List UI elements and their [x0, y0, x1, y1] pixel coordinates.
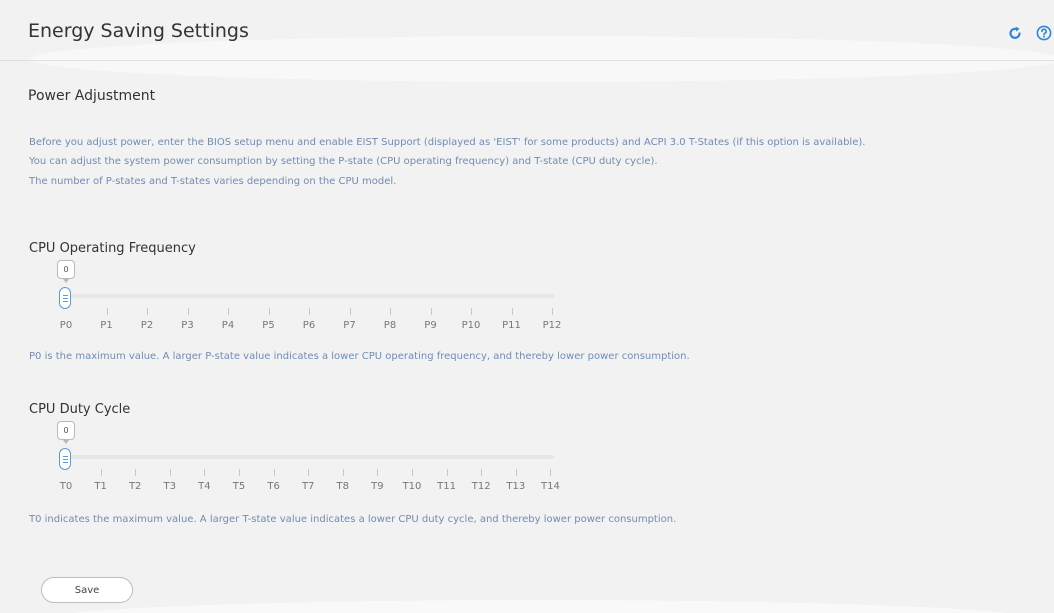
description-line: The number of P-states and T-states vari…	[29, 176, 397, 187]
cpu-frequency-label: CPU Operating Frequency	[29, 241, 196, 256]
slider-tick-mark	[204, 469, 206, 476]
slider-tick-mark	[147, 308, 148, 315]
slider-tick-label: T12	[471, 481, 491, 492]
slider-tick-mark	[446, 469, 448, 476]
cpu-duty-cycle-slider[interactable]: 0 T0 T1 T2 T3 T4 T5 T6 T7 T8 T9 T10 T11 T12 T13 T14	[0, 421, 600, 501]
cpu-duty-cycle-note: T0 indicates the maximum value. A larger…	[29, 514, 677, 525]
slider-tick-mark	[511, 308, 513, 315]
slider-tick-mark	[169, 469, 171, 476]
energy-saving-page: Energy Saving Settings Power Adjustment …	[0, 0, 1054, 613]
slider-tick-label: T2	[128, 481, 142, 492]
slider-tick-label: T4	[198, 481, 211, 492]
save-button[interactable]: Save	[41, 577, 133, 603]
slider-value-bubble: 0	[57, 260, 75, 283]
slider-tick-mark	[430, 308, 432, 315]
slider-tick-label: P11	[502, 320, 521, 331]
description-line: You can adjust the system power consumpt…	[29, 156, 658, 167]
slider-tick-label: P8	[383, 320, 397, 331]
slider-tick-mark	[342, 469, 344, 476]
cpu-duty-cycle-label: CPU Duty Cycle	[29, 402, 131, 417]
slider-tick-mark	[515, 469, 517, 476]
slider-tick-label: P2	[140, 320, 154, 331]
slider-tick-mark	[309, 308, 310, 315]
page-title: Energy Saving Settings	[28, 20, 249, 42]
slider-tick-mark	[106, 308, 108, 315]
slider-tick-label: P4	[221, 320, 235, 331]
slider-tick-label: P12	[542, 320, 562, 331]
slider-tick-label: P3	[181, 320, 194, 331]
slider-tick-label: T5	[232, 481, 246, 492]
slider-tick-label: T13	[506, 481, 526, 492]
slider-tick-label: T6	[267, 481, 280, 492]
slider-value-bubble: 0	[57, 421, 75, 444]
slider-tick-label: P6	[302, 320, 316, 331]
refresh-icon[interactable]	[1006, 24, 1024, 42]
cpu-frequency-slider[interactable]: 0 P0 P1 P2 P3 P4 P5 P6 P7 P8 P9 P10 P11 P12	[0, 260, 600, 340]
slider-tick-mark	[377, 469, 379, 476]
slider-tick-mark	[187, 308, 189, 315]
slider-tick-label: P5	[262, 320, 275, 331]
slider-tick-mark	[550, 469, 552, 476]
slider-tick-mark	[308, 469, 310, 476]
slider-tick-label: T14	[540, 481, 560, 492]
slider-tick-mark	[390, 308, 391, 315]
slider-tick-mark	[471, 308, 472, 315]
slider-tick-mark	[239, 469, 240, 476]
slider-tick-label: T3	[163, 481, 177, 492]
slider-handle[interactable]	[59, 448, 71, 470]
slider-tick-mark	[273, 469, 275, 476]
slider-tick-label: T1	[94, 481, 107, 492]
slider-tick-label: T9	[371, 481, 384, 492]
slider-handle[interactable]	[59, 287, 71, 309]
slider-track[interactable]	[60, 294, 554, 298]
slider-tick-mark	[552, 308, 553, 315]
cpu-frequency-note: P0 is the maximum value. A larger P-stat…	[29, 351, 690, 362]
slider-tick-mark	[412, 469, 413, 476]
section-title: Power Adjustment	[28, 88, 156, 104]
slider-tick-mark	[100, 469, 102, 476]
slider-tick-label: P10	[461, 320, 481, 331]
slider-tick-mark	[135, 469, 137, 476]
slider-tick-label: P0	[59, 320, 73, 331]
slider-tick-label: P7	[343, 320, 356, 331]
header-divider	[0, 60, 1054, 61]
header-glow	[30, 36, 1054, 82]
description-line: Before you adjust power, enter the BIOS …	[29, 137, 866, 148]
help-icon[interactable]	[1035, 24, 1053, 42]
slider-tick-label: T0	[59, 481, 73, 492]
slider-tick-mark	[268, 308, 270, 315]
slider-tick-label: P1	[100, 320, 113, 331]
slider-tick-label: P9	[424, 320, 437, 331]
slider-track[interactable]	[60, 455, 554, 459]
slider-tick-label: T10	[402, 481, 422, 492]
slider-tick-mark	[349, 308, 351, 315]
slider-tick-label: T11	[437, 481, 457, 492]
slider-tick-label: T8	[336, 481, 350, 492]
bottom-glow	[40, 600, 1040, 613]
slider-tick-mark	[228, 308, 229, 315]
slider-tick-mark	[481, 469, 483, 476]
slider-tick-label: T7	[301, 481, 315, 492]
